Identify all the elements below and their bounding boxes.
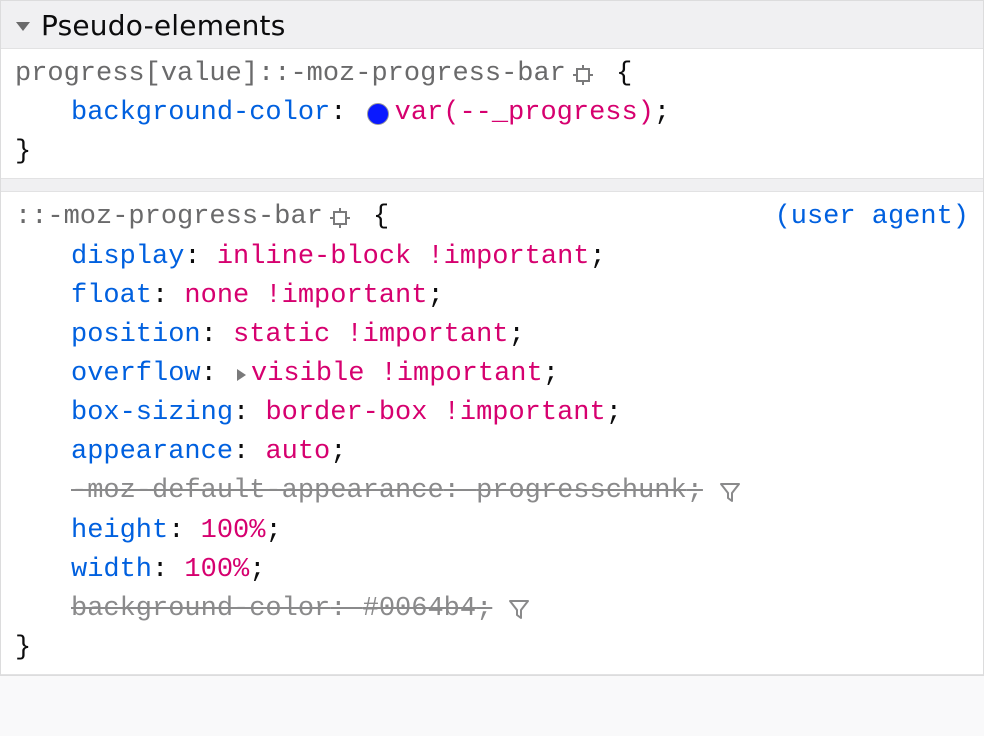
semicolon: ; <box>508 316 524 355</box>
property-name[interactable]: display <box>71 238 184 277</box>
styles-panel: Pseudo-elements progress[value]::-moz-pr… <box>0 0 984 676</box>
semicolon: ; <box>476 590 492 629</box>
colon: : <box>152 551 184 590</box>
filter-icon[interactable] <box>506 596 532 622</box>
semicolon: ; <box>543 355 559 394</box>
property-value[interactable]: inline-block !important <box>217 238 590 277</box>
css-rule: progress[value]::-moz-progress-bar { bac… <box>1 48 983 179</box>
property-value[interactable]: auto <box>265 433 330 472</box>
open-brace: { <box>357 198 389 237</box>
property-name[interactable]: float <box>71 277 152 316</box>
colon: : <box>233 433 265 472</box>
selector-line[interactable]: ::-moz-progress-bar { (user agent) <box>15 198 969 237</box>
property-name[interactable]: width <box>71 551 152 590</box>
semicolon: ; <box>687 472 703 511</box>
declaration[interactable]: width: 100%; <box>15 551 969 590</box>
declaration[interactable]: overflow: visible !important; <box>15 355 969 394</box>
property-name[interactable]: height <box>71 512 168 551</box>
declaration[interactable]: box-sizing: border-box !important; <box>15 394 969 433</box>
semicolon: ; <box>590 238 606 277</box>
colon: : <box>201 355 233 394</box>
declaration[interactable]: float: none !important; <box>15 277 969 316</box>
property-name[interactable]: -moz-default-appearance <box>71 472 444 511</box>
close-brace: } <box>15 133 969 172</box>
colon: : <box>201 316 233 355</box>
declaration[interactable]: appearance: auto; <box>15 433 969 472</box>
colon: : <box>330 590 362 629</box>
filter-icon[interactable] <box>717 479 743 505</box>
semicolon: ; <box>265 512 281 551</box>
property-value[interactable]: 100% <box>184 551 249 590</box>
colon: : <box>233 394 265 433</box>
declaration[interactable]: -moz-default-appearance: progresschunk; <box>15 472 969 511</box>
property-name[interactable]: appearance <box>71 433 233 472</box>
color-swatch[interactable] <box>367 103 389 125</box>
semicolon: ; <box>249 551 265 590</box>
stylesheet-source-link[interactable]: (user agent) <box>775 198 969 237</box>
inspect-element-icon[interactable] <box>329 207 351 229</box>
expand-shorthand-icon[interactable] <box>233 367 249 383</box>
property-value[interactable]: 100% <box>201 512 266 551</box>
colon: : <box>168 512 200 551</box>
selector-line[interactable]: progress[value]::-moz-progress-bar { <box>15 55 969 94</box>
property-value[interactable]: border-box !important <box>265 394 605 433</box>
declaration[interactable]: height: 100%; <box>15 512 969 551</box>
section-title: Pseudo-elements <box>41 9 286 42</box>
property-value[interactable]: var(--_progress) <box>395 94 654 133</box>
colon: : <box>152 277 184 316</box>
semicolon: ; <box>330 433 346 472</box>
inspect-element-icon[interactable] <box>572 64 594 86</box>
property-name[interactable]: background-color <box>71 94 330 133</box>
section-header[interactable]: Pseudo-elements <box>1 1 983 48</box>
declaration[interactable]: background-color: #0064b4; <box>15 590 969 629</box>
open-brace: { <box>600 55 632 94</box>
property-name[interactable]: overflow <box>71 355 201 394</box>
declaration[interactable]: display: inline-block !important; <box>15 238 969 277</box>
close-brace: } <box>15 629 969 668</box>
selector-text[interactable]: ::-moz-progress-bar <box>15 198 323 237</box>
semicolon: ; <box>606 394 622 433</box>
property-value[interactable]: #0064b4 <box>363 590 476 629</box>
declaration[interactable]: position: static !important; <box>15 316 969 355</box>
semicolon: ; <box>427 277 443 316</box>
property-value[interactable]: none !important <box>184 277 427 316</box>
css-rule: ::-moz-progress-bar { (user agent) displ… <box>1 191 983 675</box>
property-name[interactable]: position <box>71 316 201 355</box>
property-name[interactable]: background-color <box>71 590 330 629</box>
declaration[interactable]: background-color: var(--_progress); <box>15 94 969 133</box>
colon: : <box>444 472 476 511</box>
selector-text[interactable]: progress[value]::-moz-progress-bar <box>15 55 566 94</box>
property-name[interactable]: box-sizing <box>71 394 233 433</box>
colon: : <box>184 238 216 277</box>
property-value[interactable]: static !important <box>233 316 508 355</box>
property-value[interactable]: visible !important <box>251 355 543 394</box>
disclosure-triangle-icon[interactable] <box>15 18 31 34</box>
property-value[interactable]: progresschunk <box>476 472 687 511</box>
